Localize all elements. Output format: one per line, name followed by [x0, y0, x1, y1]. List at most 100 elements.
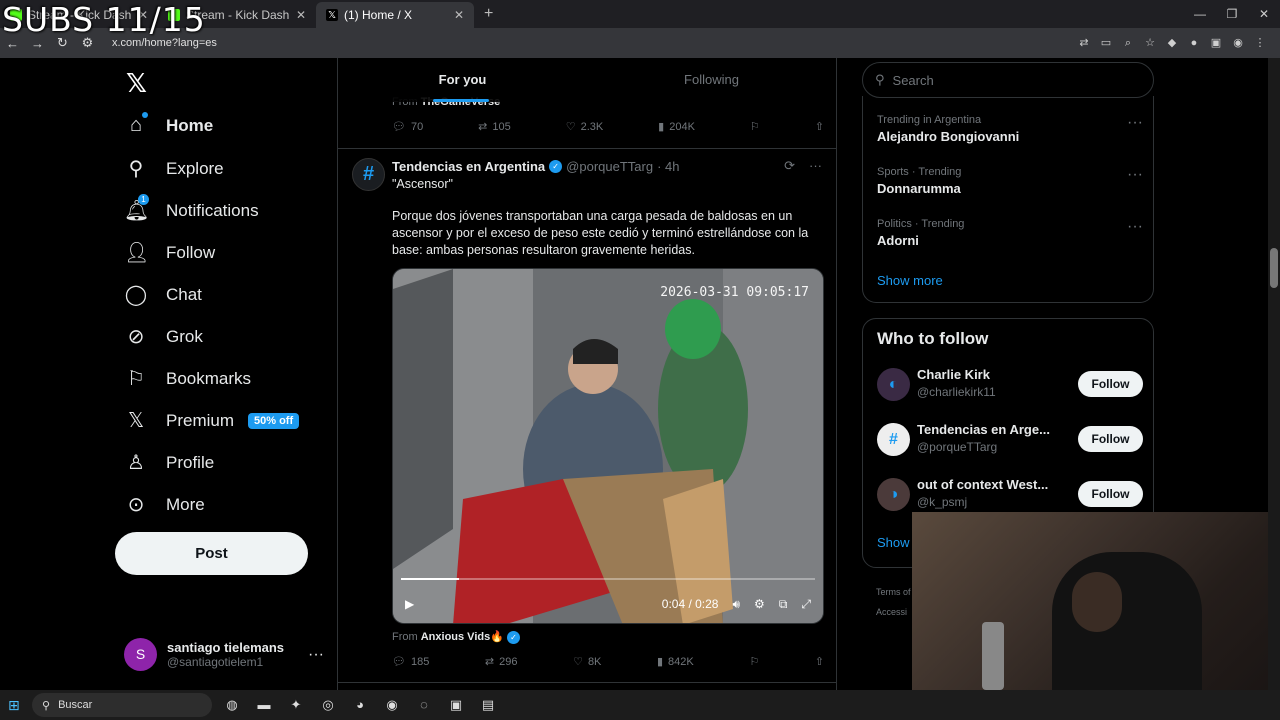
sidebar-item-explore[interactable]: ⚲ Explore	[124, 156, 224, 181]
more-icon[interactable]: ···	[1127, 114, 1143, 132]
trend-topic: Donnarumma	[877, 181, 961, 196]
suggestion-handle: @porqueTTarg	[917, 440, 998, 454]
share-button[interactable]: ⇧	[815, 655, 824, 668]
star-icon[interactable]: ☆	[1142, 35, 1158, 51]
sidebar-item-bookmarks[interactable]: ⚐ Bookmarks	[124, 366, 251, 391]
follow-suggestion[interactable]: ◐ Charlie Kirk @charliekirk11 Follow	[877, 365, 1143, 405]
tab-following[interactable]: Following	[587, 58, 836, 102]
share-icon: ⇧	[814, 656, 824, 668]
show-more-link[interactable]: Show more	[877, 273, 943, 288]
close-window-icon[interactable]: ✕	[1248, 0, 1280, 28]
minimize-icon[interactable]: —	[1184, 0, 1216, 28]
url-field[interactable]: x.com/home?lang=es	[112, 37, 1076, 49]
sidebar-item-grok[interactable]: ⊘ Grok	[124, 324, 203, 349]
tweet-body: Porque dos jóvenes transportaban una car…	[392, 209, 809, 257]
more-icon[interactable]: ···	[1127, 166, 1143, 184]
post-button[interactable]: Post	[115, 532, 308, 575]
trend-item[interactable]: Politics · Trending Adorni ···	[877, 218, 1143, 248]
app-icon[interactable]: ▣	[444, 693, 468, 717]
shield-icon[interactable]: ◆	[1164, 35, 1180, 51]
show-more-link[interactable]: Show	[877, 535, 910, 550]
discord-icon[interactable]: ◕	[348, 693, 372, 717]
zoom-icon[interactable]: ⌕	[1120, 35, 1136, 51]
tweet-author-name[interactable]: Tendencias en Argentina	[392, 159, 545, 174]
app-icon[interactable]: ▤	[476, 693, 500, 717]
trend-item[interactable]: Sports · Trending Donnarumma ···	[877, 166, 1143, 196]
folder-icon[interactable]: ▬	[252, 693, 276, 717]
bookmark-icon: ⚐	[749, 656, 760, 668]
like-button[interactable]: ♡ 2.3K	[566, 120, 604, 134]
reply-button[interactable]: 💬︎ 70	[392, 120, 423, 134]
chrome-icon[interactable]: ◎	[316, 693, 340, 717]
extension-icon[interactable]: ●	[1186, 35, 1202, 51]
grok-icon[interactable]: ⟳	[784, 158, 795, 174]
puzzle-icon[interactable]: ▣	[1208, 35, 1224, 51]
repost-icon: ⇄	[484, 656, 495, 668]
verified-icon: ✓	[506, 631, 520, 644]
follow-button[interactable]: Follow	[1078, 481, 1143, 507]
more-icon[interactable]: ···	[809, 158, 822, 174]
bookmark-button[interactable]: ⚐	[749, 655, 759, 668]
obs-icon[interactable]: ◌	[412, 693, 436, 717]
tweet-video[interactable]: 2026-03-31 09:05:17 ▶ 0:04 / 0:28 🔊︎ ⚙ ⧉…	[392, 268, 824, 624]
share-button[interactable]: ⇧	[815, 120, 824, 133]
trend-item[interactable]: Trending in Argentina Alejandro Bongiova…	[877, 114, 1143, 144]
reply-button[interactable]: 💬︎ 185	[392, 655, 429, 669]
restore-icon[interactable]: ❐	[1216, 0, 1248, 28]
footer-link[interactable]: Terms of	[876, 582, 911, 602]
x-logo[interactable]: 𝕏	[126, 68, 147, 99]
page-scrollbar[interactable]	[1268, 58, 1280, 690]
profile-icon[interactable]: ◉	[1230, 35, 1246, 51]
spotify-icon[interactable]: ◉	[380, 693, 404, 717]
bookmark-button[interactable]: ⚐	[750, 120, 760, 133]
tweet-author-handle[interactable]: @porqueTTarg	[566, 159, 653, 174]
main-feed: For you Following From TheGameVerse 💬︎ 70…	[337, 58, 837, 690]
follow-button[interactable]: Follow	[1078, 371, 1143, 397]
follow-button[interactable]: Follow	[1078, 426, 1143, 452]
translate-icon[interactable]: ⇄	[1076, 35, 1092, 51]
repost-button[interactable]: ⇄ 105	[478, 120, 511, 134]
cast-icon[interactable]: ▭	[1098, 35, 1114, 51]
source-name[interactable]: Anxious Vids🔥	[421, 631, 504, 643]
settings-icon[interactable]: ⚙	[754, 597, 765, 611]
close-icon[interactable]: ✕	[454, 8, 464, 22]
more-icon[interactable]: ···	[1127, 218, 1143, 236]
views-button[interactable]: ▮ 842K	[657, 655, 694, 669]
tweet-header: Tendencias en Argentina ✓ @porqueTTarg ·…	[392, 158, 822, 174]
webcam-overlay	[912, 512, 1280, 690]
search-input[interactable]: ⚲ Search	[862, 62, 1154, 98]
sidebar-item-more[interactable]: ⊙ More	[124, 492, 205, 517]
scroll-thumb[interactable]	[1270, 248, 1278, 288]
fullscreen-icon[interactable]: ⤢	[801, 597, 811, 612]
more-icon[interactable]: ···	[308, 646, 324, 664]
new-tab-button[interactable]: +	[474, 5, 503, 23]
copilot-icon[interactable]: ✦	[284, 693, 308, 717]
like-button[interactable]: ♡ 8K	[573, 655, 601, 669]
footer-link[interactable]: Accessi	[876, 602, 911, 622]
browser-tab-x-home[interactable]: 𝕏 (1) Home / X ✕	[316, 2, 474, 28]
sidebar-item-home[interactable]: ⌂ Home	[124, 112, 213, 137]
play-icon[interactable]: ▶	[405, 597, 414, 611]
tweet-source: From Anxious Vids🔥 ✓	[392, 630, 520, 644]
account-switcher[interactable]: S santiago tielemans @santiagotielem1 ··…	[124, 638, 324, 671]
pip-icon[interactable]: ⧉	[779, 597, 788, 612]
volume-icon[interactable]: 🔊︎	[732, 597, 740, 612]
follow-suggestion[interactable]: # Tendencias en Arge... @porqueTTarg Fol…	[877, 420, 1143, 460]
repost-button[interactable]: ⇄ 296	[484, 655, 518, 669]
tweet-author-avatar[interactable]: #	[352, 158, 385, 191]
sidebar-item-premium[interactable]: 𝕏 Premium 50% off	[124, 408, 300, 433]
sidebar-item-notifications[interactable]: 🔔︎ 1 Notifications	[124, 194, 259, 223]
windows-start-icon[interactable]: ⊞	[8, 697, 24, 713]
sidebar-item-profile[interactable]: ♙ Profile	[124, 450, 214, 475]
edge-icon[interactable]: ◍	[220, 693, 244, 717]
follow-suggestion[interactable]: ◑ out of context West... @k_psmj Follow	[877, 475, 1143, 515]
taskbar-search[interactable]: ⚲ Buscar	[32, 693, 212, 717]
close-icon[interactable]: ✕	[296, 8, 306, 22]
sidebar-item-follow[interactable]: 👤︎ Follow	[124, 240, 215, 265]
sidebar-item-chat[interactable]: ◯ Chat	[124, 282, 202, 307]
video-progress-bar[interactable]	[401, 578, 815, 580]
tweet-time[interactable]: · 4h	[657, 159, 679, 174]
tab-for-you[interactable]: For you	[338, 58, 587, 102]
views-button[interactable]: ▮ 204K	[658, 120, 695, 134]
menu-icon[interactable]: ⋮	[1252, 35, 1268, 51]
